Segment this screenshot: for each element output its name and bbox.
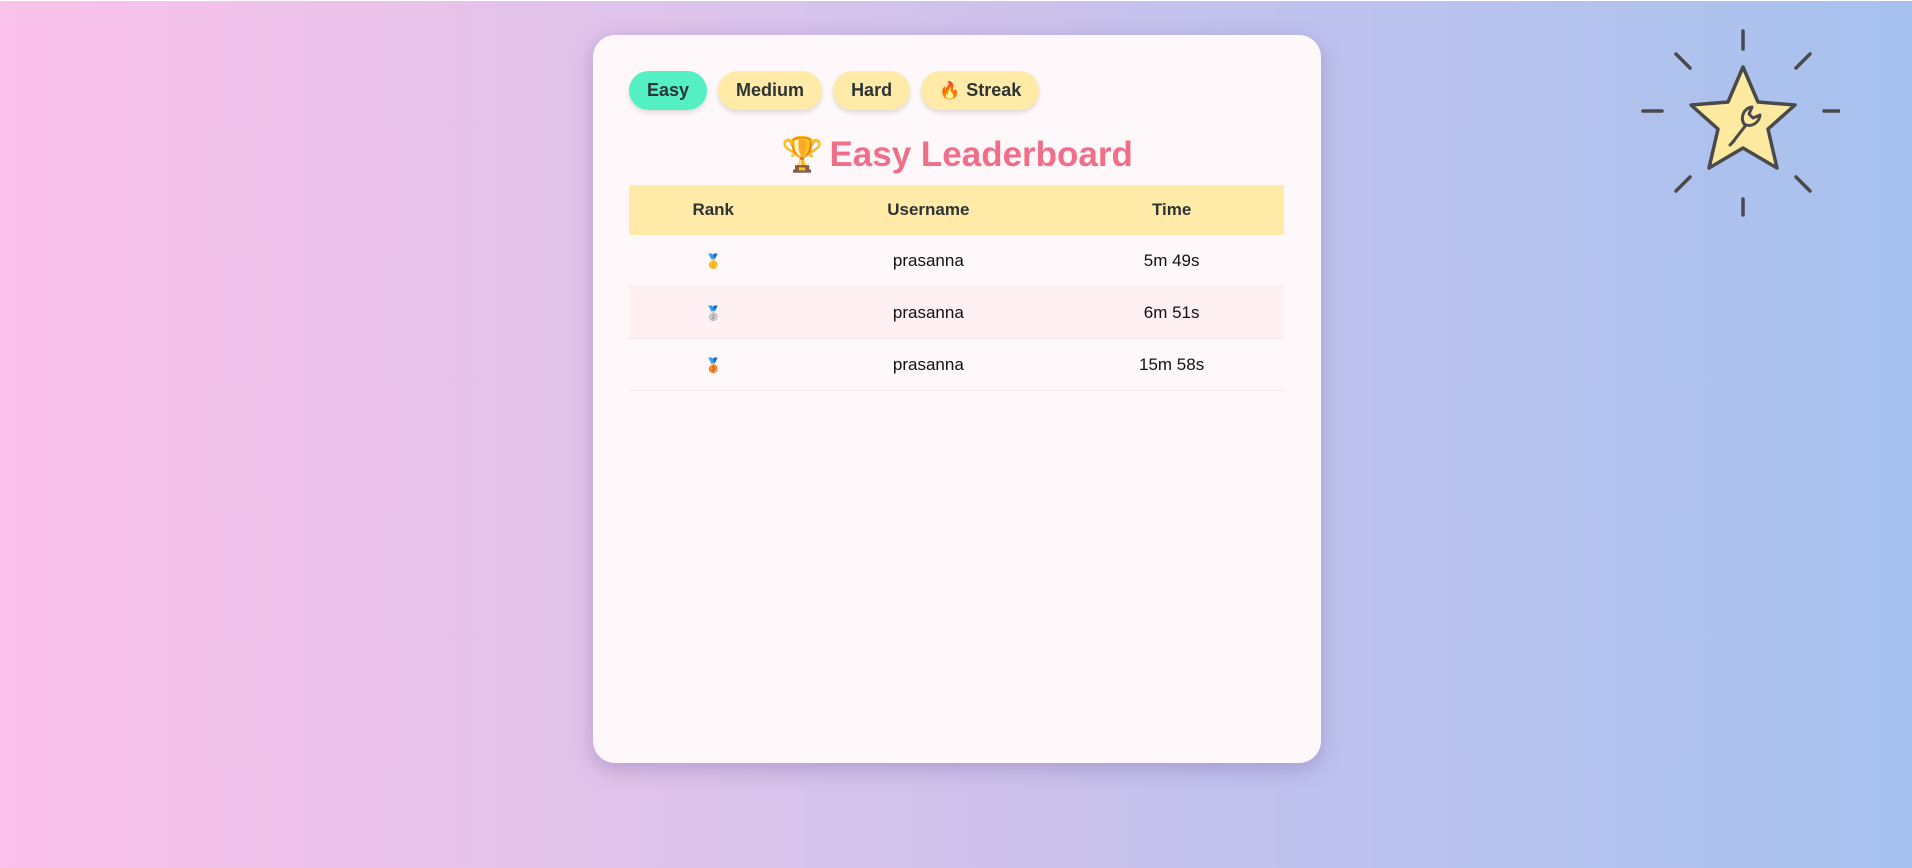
- username-cell: prasanna: [797, 286, 1060, 339]
- star-wrench-icon: [1641, 29, 1842, 217]
- page-title-text: Easy Leaderboard: [829, 135, 1133, 174]
- rank-cell: 🥈: [629, 286, 798, 339]
- leaderboard-table: Rank Username Time 🥇 prasanna 5m 49s 🥈 p…: [629, 185, 1284, 391]
- bronze-medal-icon: 🥉: [704, 356, 722, 373]
- username-cell: prasanna: [797, 338, 1060, 391]
- tab-hard-label: Hard: [851, 80, 893, 100]
- time-cell: 15m 58s: [1059, 338, 1284, 391]
- difficulty-tabs: Easy Medium Hard 🔥 Streak: [629, 71, 1040, 110]
- column-header-rank: Rank: [629, 185, 798, 235]
- tab-medium-label: Medium: [736, 80, 805, 100]
- leaderboard-card: Easy Medium Hard 🔥 Streak 🏆 Easy Leaderbo…: [593, 35, 1321, 763]
- tab-hard[interactable]: Hard: [833, 71, 911, 110]
- table-header-row: Rank Username Time: [629, 185, 1284, 235]
- tab-streak-label: Streak: [966, 80, 1022, 100]
- username-cell: prasanna: [797, 235, 1060, 287]
- column-header-time: Time: [1059, 185, 1284, 235]
- table-row: 🥉 prasanna 15m 58s: [629, 338, 1284, 391]
- rank-cell: 🥇: [629, 235, 798, 287]
- rank-cell: 🥉: [629, 338, 798, 391]
- table-row: 🥈 prasanna 6m 51s: [629, 286, 1284, 339]
- trophy-icon: 🏆: [781, 136, 824, 174]
- column-header-username: Username: [797, 185, 1060, 235]
- fire-icon: 🔥: [939, 80, 961, 100]
- tab-easy-label: Easy: [647, 80, 690, 100]
- time-cell: 5m 49s: [1059, 235, 1284, 287]
- page-title: 🏆 Easy Leaderboard: [593, 130, 1321, 180]
- tab-easy[interactable]: Easy: [629, 71, 708, 110]
- tab-medium[interactable]: Medium: [718, 71, 823, 110]
- tab-streak[interactable]: 🔥 Streak: [921, 71, 1040, 110]
- table-row: 🥇 prasanna 5m 49s: [629, 235, 1284, 287]
- silver-medal-icon: 🥈: [704, 304, 722, 321]
- time-cell: 6m 51s: [1059, 286, 1284, 339]
- gold-medal-icon: 🥇: [704, 252, 722, 269]
- settings-button[interactable]: [1640, 25, 1842, 221]
